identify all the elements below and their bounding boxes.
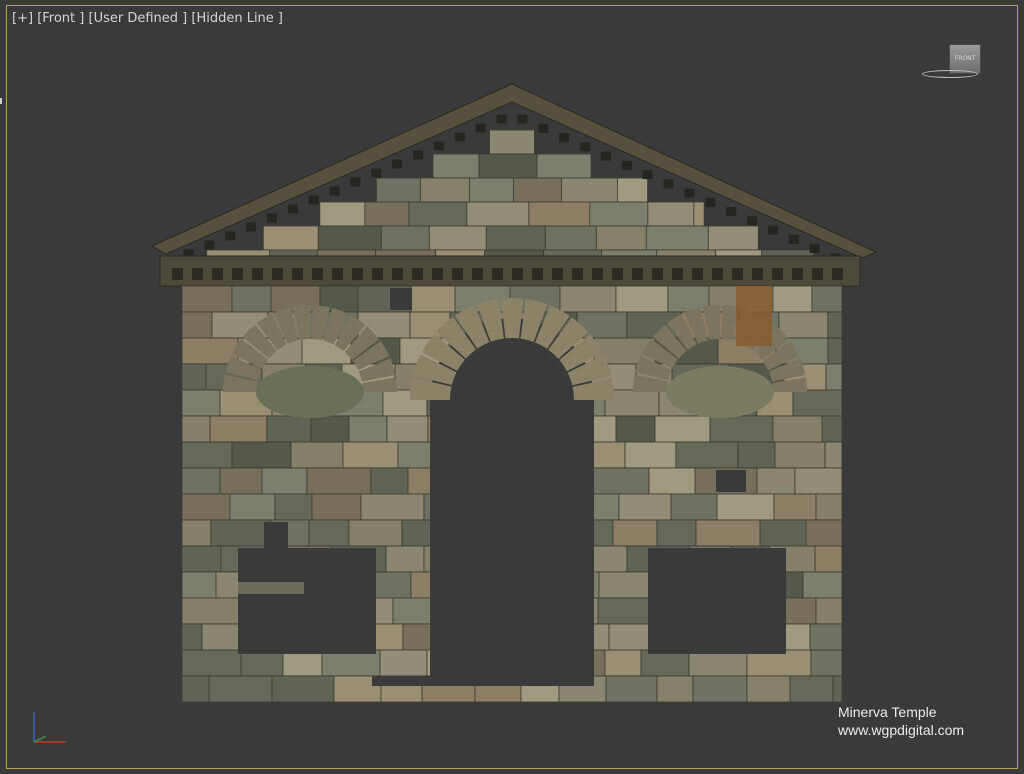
- dentil: [752, 268, 763, 280]
- cornice-dentil: [788, 234, 799, 244]
- cornice-dentil: [705, 197, 716, 207]
- dentil: [352, 268, 363, 280]
- cornice-dentil: [747, 216, 758, 226]
- tympanum-stone-block: [589, 201, 649, 227]
- tympanum-blocks: [206, 129, 815, 275]
- tympanum-stone-block: [432, 153, 480, 179]
- tympanum-stone-block: [645, 225, 709, 251]
- dentil: [212, 268, 223, 280]
- dentil: [452, 268, 463, 280]
- cornice-dentil: [621, 160, 632, 170]
- tympanum-stone-block: [466, 201, 530, 227]
- dentil: [492, 268, 503, 280]
- dentil: [572, 268, 583, 280]
- cornice-dentil: [204, 240, 215, 250]
- cornice-dentil: [475, 123, 486, 133]
- tympanum-stone-block: [319, 201, 366, 227]
- cornice-dentil: [266, 213, 277, 223]
- cornice-dentil: [413, 150, 424, 160]
- cornice-dentil: [600, 151, 611, 161]
- cornice-dentil: [350, 177, 361, 187]
- tympanum-stone-block: [693, 201, 705, 227]
- watermark-url: www.wgpdigital.com: [838, 722, 965, 738]
- tympanum-stone-block: [408, 201, 468, 227]
- tympanum-stone-block: [428, 225, 487, 251]
- tympanum-stone-block: [317, 225, 382, 251]
- tympanum-stone-block: [364, 201, 410, 227]
- tympanum-stone-block: [561, 177, 618, 203]
- watermark-title: Minerva Temple: [838, 704, 937, 720]
- dentil: [792, 268, 803, 280]
- dentil: [232, 268, 243, 280]
- cornice-dentil: [517, 114, 528, 124]
- cornice-dentil: [663, 179, 674, 189]
- tympanum-stone-block: [595, 225, 647, 251]
- dentil: [332, 268, 343, 280]
- cornice-dentil: [433, 141, 444, 151]
- dentil: [472, 268, 483, 280]
- wall-pattern-overlay: [180, 286, 844, 680]
- cornice-dentil: [454, 132, 465, 142]
- cornice-dentil: [496, 114, 507, 124]
- tympanum-stone-block: [707, 225, 759, 251]
- cornice-dentil: [642, 170, 653, 180]
- dentil: [712, 268, 723, 280]
- tympanum-stone-block: [617, 177, 648, 203]
- cornice-dentil: [329, 186, 340, 196]
- tympanum-stone-block: [647, 201, 695, 227]
- dentil: [252, 268, 263, 280]
- dentil: [292, 268, 303, 280]
- dentil: [592, 268, 603, 280]
- tympanum-stone-block: [536, 153, 592, 179]
- dentil: [652, 268, 663, 280]
- tympanum-stone-block: [485, 225, 546, 251]
- cornice-dentil: [308, 195, 319, 205]
- tympanum-stone-block: [544, 225, 597, 251]
- cornice-dentil: [726, 207, 737, 217]
- cornice-dentil: [559, 133, 570, 143]
- tympanum-stone-block: [489, 129, 535, 155]
- dentil: [392, 268, 403, 280]
- cornice-dentil: [371, 168, 382, 178]
- cornice-dentil: [287, 204, 298, 214]
- dentil: [432, 268, 443, 280]
- temple-model-render[interactable]: [0, 0, 1024, 774]
- tympanum-stone-block: [513, 177, 562, 203]
- cornice-dentil: [392, 159, 403, 169]
- dentil: [692, 268, 703, 280]
- dentil: [512, 268, 523, 280]
- dentil: [412, 268, 423, 280]
- dentil: [552, 268, 563, 280]
- tympanum-stone-block: [376, 177, 421, 203]
- tympanum-stone-block: [420, 177, 470, 203]
- cornice-dentil: [684, 188, 695, 198]
- cornice-dentil: [767, 225, 778, 235]
- tympanum-stone-block: [478, 153, 538, 179]
- dentil: [312, 268, 323, 280]
- dentil: [532, 268, 543, 280]
- dentil: [672, 268, 683, 280]
- cornice-dentil: [580, 142, 591, 152]
- tympanum-stone-block: [528, 201, 591, 227]
- cornice-dentil: [538, 123, 549, 133]
- dentil: [772, 268, 783, 280]
- dentil: [832, 268, 843, 280]
- dentil: [632, 268, 643, 280]
- watermark: Minerva Temple www.wgpdigital.com: [838, 703, 964, 739]
- tympanum-stone-block: [380, 225, 430, 251]
- cornice-dentil: [246, 222, 257, 232]
- cornice-dentil: [809, 244, 820, 254]
- viewport[interactable]: [+] [Front ] [User Defined ] [Hidden Lin…: [0, 0, 1024, 774]
- tympanum-stone-block: [262, 225, 319, 251]
- dentil: [812, 268, 823, 280]
- axis-tripod: [33, 712, 66, 743]
- dentil: [612, 268, 623, 280]
- dentil: [732, 268, 743, 280]
- dentil: [372, 268, 383, 280]
- dentil: [192, 268, 203, 280]
- cornice-dentil: [225, 231, 236, 241]
- tympanum-stone-block: [469, 177, 514, 203]
- dentil: [272, 268, 283, 280]
- dentil: [172, 268, 183, 280]
